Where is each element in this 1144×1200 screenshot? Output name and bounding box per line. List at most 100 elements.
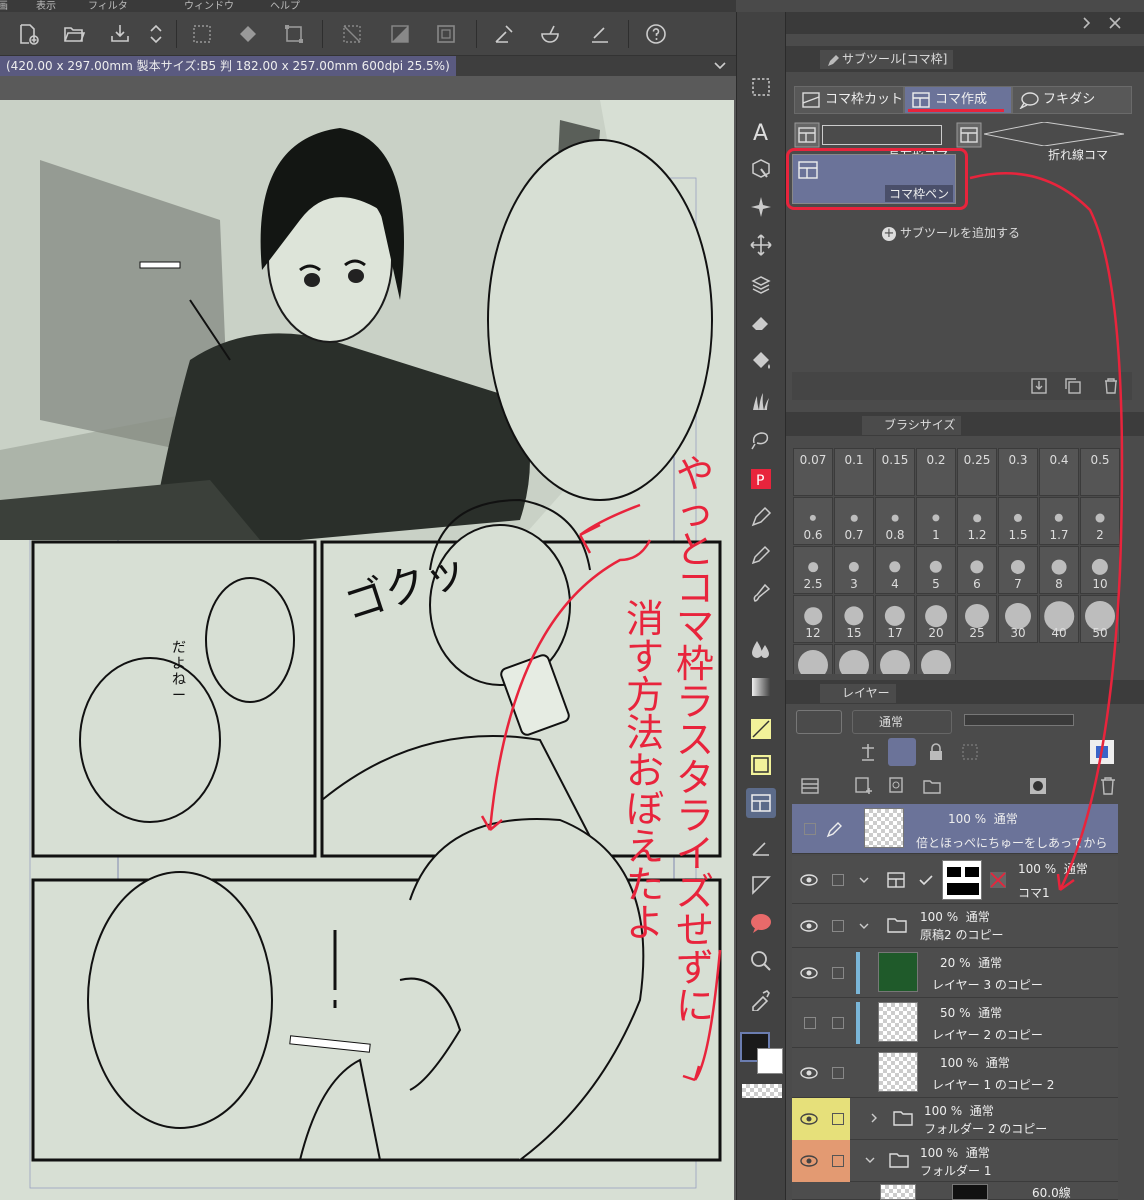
canvas-area[interactable]: ゴクッ だよねー やっとコマ枠ラスタライズせずに 消す方法おぼえたよ bbox=[0, 76, 736, 1200]
invert-selection-icon[interactable] bbox=[386, 20, 414, 48]
brush-size-preset[interactable]: 15 bbox=[834, 595, 874, 643]
layer-row[interactable]: 100 % 通常 原稿2 のコピー bbox=[792, 904, 1118, 948]
document-info-tab[interactable]: (420.00 x 297.00mm 製本サイズ:B5 判 182.00 x 2… bbox=[0, 56, 456, 76]
balloon-tool-icon[interactable] bbox=[746, 908, 776, 938]
selection-tool-icon[interactable] bbox=[746, 72, 776, 102]
brush-size-preset[interactable]: 0.2 bbox=[916, 448, 956, 496]
text-tool-icon[interactable]: A bbox=[746, 116, 776, 146]
brush-size-preset[interactable]: 0.1 bbox=[834, 448, 874, 496]
layer-row[interactable]: 100 % 通常 レイヤー 1 のコピー 2 bbox=[792, 1048, 1118, 1098]
gradient-tool-icon[interactable] bbox=[746, 672, 776, 702]
selection-border-icon[interactable] bbox=[432, 20, 460, 48]
chevron-down-icon[interactable] bbox=[858, 920, 870, 932]
chevron-down-icon[interactable] bbox=[712, 57, 728, 73]
brush-tool-icon[interactable] bbox=[746, 578, 776, 608]
help-icon[interactable] bbox=[642, 20, 670, 48]
layer-row[interactable]: 60.0線 bbox=[792, 1182, 1118, 1200]
layer-row[interactable]: 50 % 通常 レイヤー 2 のコピー bbox=[792, 998, 1118, 1048]
menu-item-filter[interactable]: フィルタ bbox=[88, 0, 128, 12]
lock-checkbox[interactable] bbox=[832, 1067, 844, 1079]
menu-item-view[interactable]: 表示 bbox=[36, 0, 56, 12]
sparkle-tool-icon[interactable] bbox=[746, 192, 776, 222]
blend-tool-icon[interactable] bbox=[746, 634, 776, 664]
lock-checkbox[interactable] bbox=[832, 1017, 844, 1029]
lasso-fill-icon[interactable] bbox=[746, 424, 776, 454]
tab-brush-size[interactable]: ブラシサイズ bbox=[862, 416, 962, 435]
eye-icon[interactable] bbox=[800, 919, 818, 933]
brush-size-preset[interactable]: 0.8 bbox=[875, 497, 915, 545]
ruler-pen-icon[interactable] bbox=[586, 20, 614, 48]
layer-list-icon[interactable] bbox=[800, 776, 820, 796]
brush-size-preset[interactable]: 2.5 bbox=[793, 546, 833, 594]
object-tool-icon[interactable] bbox=[746, 154, 776, 184]
eyedropper-tool-icon[interactable] bbox=[746, 984, 776, 1014]
transform-icon[interactable] bbox=[280, 20, 308, 48]
expand-right-icon[interactable] bbox=[1080, 16, 1094, 30]
new-raster-layer-icon[interactable] bbox=[854, 776, 874, 796]
new-folder-icon[interactable] bbox=[922, 776, 942, 796]
grass-brush-icon[interactable] bbox=[746, 386, 776, 416]
new-file-icon[interactable] bbox=[14, 20, 42, 48]
visibility-checkbox[interactable] bbox=[804, 823, 816, 835]
lock-checkbox[interactable] bbox=[832, 1155, 844, 1167]
brush-size-preset[interactable]: 0.6 bbox=[793, 497, 833, 545]
save-icon[interactable] bbox=[106, 20, 134, 48]
lock-checkbox[interactable] bbox=[832, 967, 844, 979]
brush-size-preset[interactable]: 17 bbox=[875, 595, 915, 643]
brush-size-preset[interactable]: 0.07 bbox=[793, 448, 833, 496]
frame-border-tool-icon[interactable] bbox=[746, 788, 776, 818]
eye-icon[interactable] bbox=[800, 1154, 818, 1168]
fill-icon[interactable] bbox=[234, 20, 262, 48]
layer-move-icon[interactable] bbox=[746, 270, 776, 300]
brush-size-preset[interactable]: 0.7 bbox=[834, 497, 874, 545]
preset-polyline-frame[interactable]: 折れ線コマ bbox=[954, 122, 1130, 162]
brush-size-preset[interactable]: 20 bbox=[916, 595, 956, 643]
clear-selection-icon[interactable] bbox=[188, 20, 216, 48]
layer-row[interactable]: 100 % 通常 フォルダー 2 のコピー bbox=[792, 1098, 1118, 1140]
pen-tool-icon[interactable] bbox=[746, 502, 776, 532]
manuscript-page[interactable]: ゴクッ だよねー やっとコマ枠ラスタライズせずに 消す方法おぼえたよ bbox=[0, 100, 734, 1200]
eye-icon[interactable] bbox=[800, 1066, 818, 1080]
menu-item-draw[interactable]: 画 bbox=[0, 0, 8, 12]
layer-row[interactable]: 20 % 通常 レイヤー 3 のコピー bbox=[792, 948, 1118, 998]
chevron-right-icon[interactable] bbox=[868, 1112, 880, 1124]
layer-row[interactable]: 100 % 通常 フォルダー 1 bbox=[792, 1140, 1118, 1182]
lock-checkbox[interactable] bbox=[832, 874, 844, 886]
close-icon[interactable] bbox=[1108, 16, 1122, 30]
sub-color-swatch[interactable] bbox=[757, 1048, 783, 1074]
brush-size-preset[interactable]: 5 bbox=[916, 546, 956, 594]
brush-size-preset[interactable]: 12 bbox=[793, 595, 833, 643]
up-down-arrows-icon[interactable] bbox=[142, 20, 170, 48]
menu-item-window[interactable]: ウィンドウ bbox=[184, 0, 234, 12]
eye-icon[interactable] bbox=[800, 966, 818, 980]
brush-size-preset[interactable]: 4 bbox=[875, 546, 915, 594]
pen-check-icon[interactable] bbox=[490, 20, 518, 48]
reference-layer-icon[interactable] bbox=[858, 742, 878, 762]
lock-icon[interactable] bbox=[926, 742, 946, 762]
ruler-tool-icon[interactable] bbox=[746, 832, 776, 862]
eye-icon[interactable] bbox=[800, 873, 818, 887]
move-tool-icon[interactable] bbox=[746, 230, 776, 260]
tab-layer[interactable]: レイヤー bbox=[820, 684, 896, 703]
tab-frame-cut[interactable]: コマ枠カット bbox=[794, 86, 904, 114]
tab-balloon[interactable]: フキダシ bbox=[1012, 86, 1132, 114]
perspective-tool-icon[interactable] bbox=[746, 870, 776, 900]
clip-layer-button[interactable] bbox=[888, 738, 916, 766]
pencil-tool-icon[interactable] bbox=[746, 540, 776, 570]
line-tool-icon[interactable] bbox=[746, 714, 776, 744]
zoom-tool-icon[interactable] bbox=[746, 946, 776, 976]
fill-tool-icon[interactable] bbox=[746, 346, 776, 376]
brush-size-preset[interactable]: 1 bbox=[916, 497, 956, 545]
menu-item-help[interactable]: ヘルプ bbox=[270, 0, 300, 12]
new-vector-layer-icon[interactable] bbox=[888, 776, 908, 796]
tab-subtool[interactable]: サブツール[コマ枠] bbox=[820, 50, 954, 69]
deselect-icon[interactable] bbox=[338, 20, 366, 48]
transparent-color-swatch[interactable] bbox=[742, 1084, 782, 1098]
eraser-tool-icon[interactable] bbox=[746, 308, 776, 338]
bowl-icon[interactable] bbox=[536, 20, 564, 48]
brush-size-preset[interactable]: 3 bbox=[834, 546, 874, 594]
red-p-icon[interactable]: P bbox=[746, 464, 776, 494]
open-folder-icon[interactable] bbox=[60, 20, 88, 48]
chevron-down-icon[interactable] bbox=[858, 874, 870, 886]
eye-icon[interactable] bbox=[800, 1112, 818, 1126]
